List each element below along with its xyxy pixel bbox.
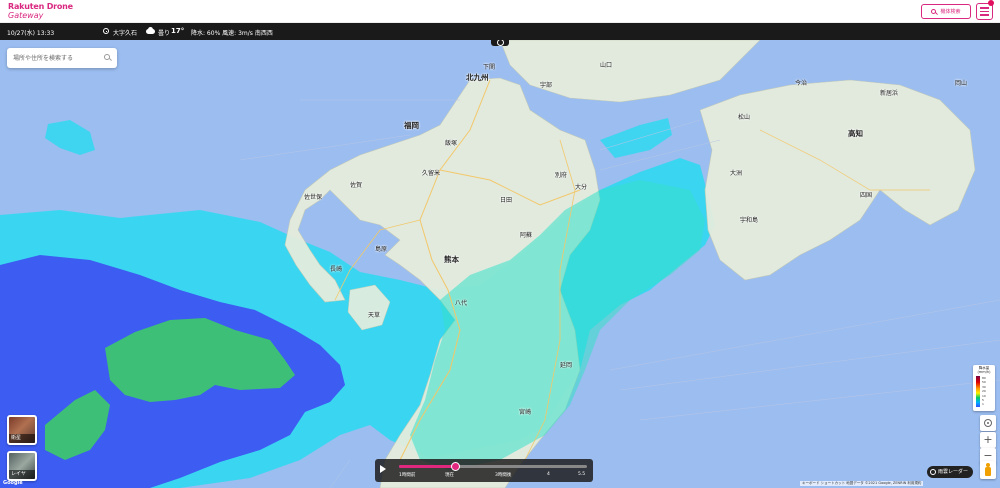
location-name: 大字久石	[113, 30, 138, 37]
place-label: 延岡	[560, 362, 573, 369]
honshu-land	[499, 40, 761, 103]
rain-radar-button[interactable]: 雨雲レーダー	[927, 466, 973, 478]
aircraft-search-button[interactable]: 機体検索	[921, 4, 971, 19]
timeline-progress	[399, 465, 456, 468]
logo-line1: Rakuten Drone	[8, 2, 73, 11]
place-label: 宇和島	[740, 217, 759, 224]
place-label: 四国	[860, 192, 873, 199]
map-canvas[interactable]: 下関 北九州 宇部 山口 福岡 飯塚 久留米 佐賀 佐世保 長崎 島原 熊本 日…	[0, 40, 1000, 488]
radar-timeline: 1時間前 現在 3時間後 4 5.5	[375, 459, 593, 482]
place-search-box[interactable]	[7, 48, 117, 68]
menu-icon-line	[980, 7, 989, 9]
google-logo: Google	[3, 480, 23, 486]
place-label: 島原	[375, 246, 388, 253]
legend-color-bar	[976, 376, 980, 407]
play-icon[interactable]	[380, 465, 386, 473]
place-label: 松山	[738, 114, 751, 121]
place-label: 大分	[575, 184, 588, 191]
rain-radar-label: 雨雲レーダー	[938, 469, 969, 475]
rakuten-drone-logo[interactable]: Rakuten Drone Gateway	[8, 2, 73, 20]
temperature: 17°	[171, 27, 185, 35]
my-location-button[interactable]	[980, 415, 996, 431]
shikoku-land	[699, 79, 976, 281]
street-view-pegman-icon[interactable]	[980, 461, 996, 479]
map-layers	[0, 40, 1000, 488]
aircraft-search-label: 機体検索	[940, 9, 961, 15]
notification-dot	[988, 0, 994, 6]
legend-values: 80 50 30 20 10 5 1	[982, 376, 986, 407]
place-label: 宮崎	[519, 409, 532, 416]
place-label: 久留米	[422, 170, 441, 177]
place-label: 天草	[368, 312, 381, 319]
timeline-tick: 5.5	[578, 472, 586, 477]
place-label: 飯塚	[445, 140, 458, 147]
place-label: 今治	[795, 80, 808, 87]
search-icon[interactable]	[104, 54, 110, 60]
place-label: 長崎	[330, 266, 343, 273]
timeline-tick: 4	[547, 472, 550, 477]
place-label: 佐賀	[350, 182, 363, 189]
cloud-icon	[146, 27, 155, 34]
timeline-tick: 3時間後	[495, 473, 512, 478]
legend-value: 20	[982, 389, 986, 394]
layer-tile-label: レイヤ	[9, 470, 35, 479]
precipitation-legend: 降水量 (mm/h) 80 50 30 20 10 5 1	[973, 365, 995, 411]
menu-icon-line	[980, 10, 989, 13]
place-label: 阿蘇	[520, 232, 533, 239]
logo-line2: Gateway	[8, 11, 44, 20]
location-icon	[103, 28, 109, 34]
weather-condition: 曇り	[158, 30, 171, 37]
menu-icon-line	[980, 14, 989, 16]
layer-toggle-tile[interactable]: レイヤ	[7, 451, 37, 481]
place-label: 別府	[555, 172, 568, 179]
place-label: 熊本	[444, 255, 459, 264]
radar-icon	[930, 469, 936, 475]
weather-bar: 10/27(水) 13:33 大字久石 曇り 17° 降水: 60% 風速: 3…	[0, 23, 1000, 40]
timeline-tick: 現在	[445, 473, 454, 478]
place-label: 宇部	[540, 82, 553, 89]
timeline-tick: 1時間前	[399, 473, 416, 478]
current-location-tab[interactable]	[491, 40, 509, 46]
place-label: 下関	[483, 64, 496, 71]
search-icon	[931, 9, 937, 14]
place-label: 福岡	[404, 121, 419, 130]
place-label: 日田	[500, 197, 513, 204]
satellite-view-tile[interactable]: 衛星	[7, 415, 37, 445]
rain-light-patch	[45, 120, 95, 155]
zoom-in-button[interactable]: +	[980, 432, 996, 448]
crosshair-icon	[984, 419, 992, 427]
place-label: 佐世保	[304, 194, 323, 201]
weather-details: 降水: 60% 風速: 3m/s 南西西	[191, 30, 273, 37]
legend-title: 降水量 (mm/h)	[977, 366, 991, 374]
place-label: 北九州	[466, 73, 489, 82]
datetime: 10/27(水) 13:33	[7, 30, 55, 37]
place-label: 高知	[848, 129, 863, 138]
place-label: 山口	[600, 62, 613, 69]
place-label: 八代	[455, 300, 468, 307]
legend-value: 1	[982, 402, 984, 407]
app-header: Rakuten Drone Gateway 機体検索	[0, 0, 1000, 23]
rain-light-patch	[600, 118, 672, 158]
timeline-track[interactable]	[399, 462, 587, 471]
place-label: 大洲	[730, 170, 743, 177]
satellite-tile-label: 衛星	[9, 434, 35, 443]
map-attribution[interactable]: キーボード ショートカット 地図データ ©2021 Google, ZENRIN…	[800, 481, 924, 486]
place-label: 新居浜	[880, 90, 899, 97]
place-label: 岡山	[955, 80, 968, 87]
search-input[interactable]	[7, 48, 99, 68]
timeline-handle[interactable]	[450, 462, 460, 471]
